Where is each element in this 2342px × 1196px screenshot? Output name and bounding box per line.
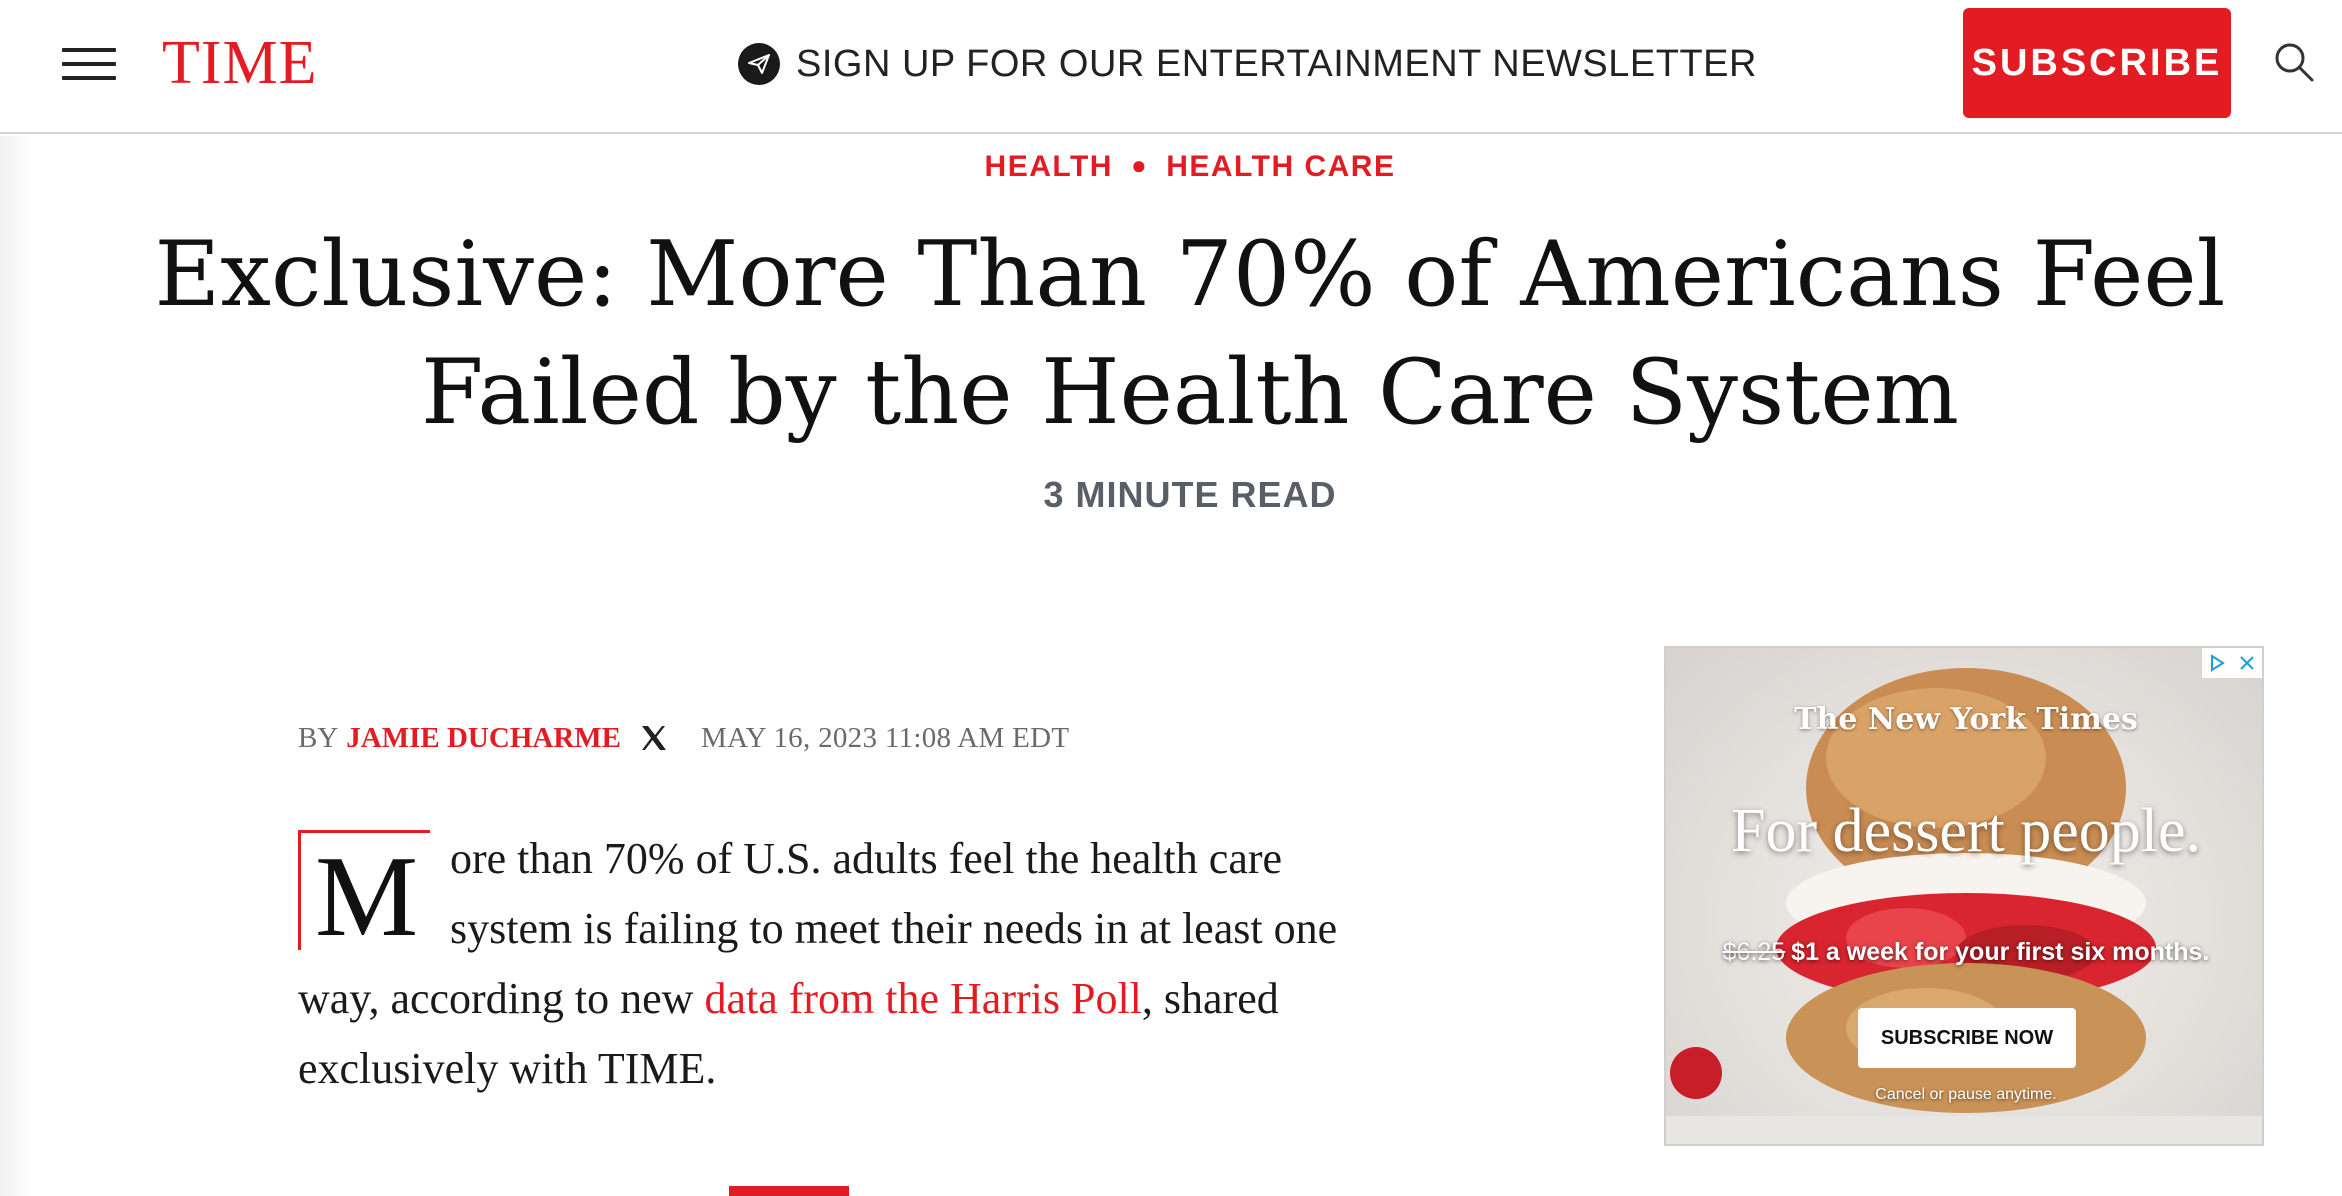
ad-close-icon[interactable] xyxy=(2232,648,2262,678)
ad-old-price: $6.25 xyxy=(1722,938,1786,966)
menu-icon[interactable] xyxy=(62,44,118,84)
newsletter-label: SIGN UP FOR OUR ENTERTAINMENT NEWSLETTER xyxy=(796,42,1757,85)
headline-line-2: Failed by the Health Care System xyxy=(421,340,1959,445)
x-social-icon[interactable] xyxy=(639,723,669,753)
subscribe-button[interactable]: SUBSCRIBE xyxy=(1963,8,2231,118)
search-icon[interactable] xyxy=(2272,40,2316,84)
ad-headline: For dessert people. xyxy=(1730,797,2202,865)
section-divider-bar xyxy=(729,1186,849,1196)
byline-prefix: BY xyxy=(298,721,339,754)
section-kicker: HEALTH ● HEALTH CARE xyxy=(0,150,2342,184)
ad-brand: The New York Times xyxy=(1794,702,2138,737)
ad-choices[interactable] xyxy=(2202,648,2262,678)
time-logo[interactable]: TIME xyxy=(162,28,318,99)
newsletter-signup-link[interactable]: SIGN UP FOR OUR ENTERTAINMENT NEWSLETTER xyxy=(738,36,1757,92)
drop-cap: M xyxy=(298,830,430,961)
site-header: TIME SIGN UP FOR OUR ENTERTAINMENT NEWSL… xyxy=(0,0,2342,134)
ad-fine-print: Cancel or pause anytime. xyxy=(1875,1086,2057,1103)
ad-offer: $6.25 $1 a week for your first six months… xyxy=(1666,938,2262,967)
headline-line-1: Exclusive: More Than 70% of Americans Fe… xyxy=(154,222,2226,327)
article-body: More than 70% of U.S. adults feel the he… xyxy=(298,824,1410,1104)
read-time: 3 MINUTE READ xyxy=(1043,474,1337,515)
publish-date: MAY 16, 2023 11:08 AM EDT xyxy=(700,721,1070,754)
page-edge-shadow xyxy=(0,136,34,1196)
byline: BY JAMIE DUCHARME MAY 16, 2023 11:08 AM … xyxy=(298,718,1069,758)
ad-subscribe-now-button[interactable]: SUBSCRIBE NOW xyxy=(1858,1008,2076,1068)
advertisement[interactable]: The New York Times For dessert people. $… xyxy=(1664,646,2264,1146)
section-link-health[interactable]: HEALTH xyxy=(985,150,1113,183)
ad-offer-text: $1 a week for your first six months. xyxy=(1791,938,2210,966)
paper-plane-icon xyxy=(738,43,780,85)
adchoices-icon[interactable] xyxy=(2202,648,2232,678)
article-headline: Exclusive: More Than 70% of Americans Fe… xyxy=(140,216,2240,452)
harris-poll-link[interactable]: data from the Harris Poll xyxy=(704,974,1141,1023)
kicker-separator: ● xyxy=(1130,150,1149,180)
author-link[interactable]: JAMIE DUCHARME xyxy=(346,722,621,755)
section-link-health-care[interactable]: HEALTH CARE xyxy=(1166,150,1395,183)
article-paragraph: More than 70% of U.S. adults feel the he… xyxy=(298,824,1410,1104)
